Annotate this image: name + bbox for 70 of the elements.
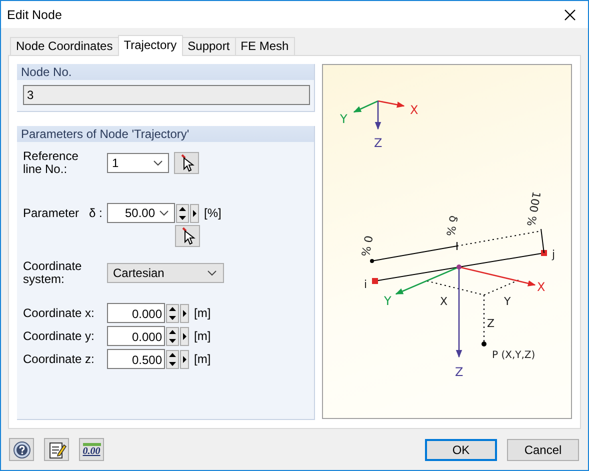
chevron-down-icon <box>207 270 217 276</box>
dialog-button[interactable]: Cancel <box>507 438 579 460</box>
window-title: Edit Node <box>7 8 62 22</box>
z-axis-arrow <box>374 101 382 130</box>
field-label: Reference line No.: <box>23 150 80 176</box>
point-label: P (X,Y,Z) <box>492 350 536 361</box>
coordinate-field[interactable]: 0.000 <box>107 326 165 346</box>
pick-button[interactable] <box>175 225 200 247</box>
field-label: Coordinate y: <box>23 329 96 343</box>
spinner-icon[interactable] <box>166 350 179 368</box>
arrow-button-icon[interactable] <box>190 204 199 222</box>
spinner-icon[interactable] <box>176 204 189 222</box>
coordinate-field[interactable]: 0.000 <box>107 303 165 323</box>
units-button[interactable]: 0.00 <box>79 438 104 461</box>
tab[interactable]: Support <box>182 37 236 55</box>
dialog-button[interactable]: OK <box>425 438 497 460</box>
axis-label: Z <box>455 365 464 379</box>
unit-label: [m] <box>194 352 211 366</box>
axis-label: Z <box>374 136 382 150</box>
axis-label: X <box>537 280 546 294</box>
node-number-field[interactable]: 3 <box>23 85 310 105</box>
node-marker <box>372 278 378 284</box>
unit-label: [%] <box>204 206 222 220</box>
tab[interactable]: FE Mesh <box>234 37 295 55</box>
arrow-button-icon[interactable] <box>180 350 189 368</box>
axis-label: Y <box>384 294 392 308</box>
point-dot <box>482 342 486 346</box>
help-button[interactable] <box>9 438 34 461</box>
offset-label: Z <box>487 317 495 330</box>
node-marker <box>541 250 547 256</box>
coordinate-system-dropdown[interactable]: Cartesian <box>107 263 224 283</box>
field-label: Parameter <box>23 206 80 220</box>
tick-line <box>456 242 458 250</box>
unit-label: [m] <box>194 329 211 343</box>
spinner-icon[interactable] <box>166 326 179 346</box>
tab[interactable]: Trajectory <box>118 35 183 56</box>
field-label: Coordinate z: <box>23 352 96 366</box>
delta-symbol: δ : <box>89 206 104 220</box>
field-label: Coordinate x: <box>23 306 96 320</box>
spinner-icon[interactable] <box>166 304 179 322</box>
tab[interactable]: Node Coordinates <box>10 37 119 55</box>
station-dot <box>370 259 374 263</box>
end-label: i <box>364 278 368 291</box>
axis-label: Y <box>340 112 348 126</box>
edit-button[interactable] <box>44 438 69 461</box>
chevron-down-icon <box>153 160 163 166</box>
station-label: 0 % <box>358 234 375 258</box>
arrow-button-icon[interactable] <box>180 326 189 346</box>
arrow-button-icon[interactable] <box>180 304 189 322</box>
close-icon[interactable] <box>564 8 576 20</box>
station-label: 100 % <box>524 190 543 228</box>
group-header: Parameters of Node 'Trajectory' <box>17 126 314 142</box>
parameter-field[interactable]: 50.00 <box>107 203 175 223</box>
end-label: j <box>552 248 556 261</box>
pick-button[interactable] <box>174 152 199 174</box>
x-axis-arrow <box>378 100 405 108</box>
unit-label: [m] <box>194 306 211 320</box>
coordinate-field[interactable]: 0.500 <box>107 349 165 369</box>
offset-label: X <box>440 295 448 308</box>
chevron-down-icon <box>159 210 169 216</box>
field-label: Coordinate system: <box>23 260 83 286</box>
offset-label: Y <box>504 295 511 308</box>
y-axis-arrow <box>353 100 378 113</box>
reference-line-dropdown[interactable]: 1 <box>107 153 169 173</box>
y-axis-arrow <box>395 266 460 295</box>
station-label: δ % <box>443 214 460 238</box>
group-header: Node No. <box>17 64 314 80</box>
axis-label: X <box>410 103 418 117</box>
origin-dot <box>456 264 462 270</box>
tick-line <box>540 228 544 254</box>
